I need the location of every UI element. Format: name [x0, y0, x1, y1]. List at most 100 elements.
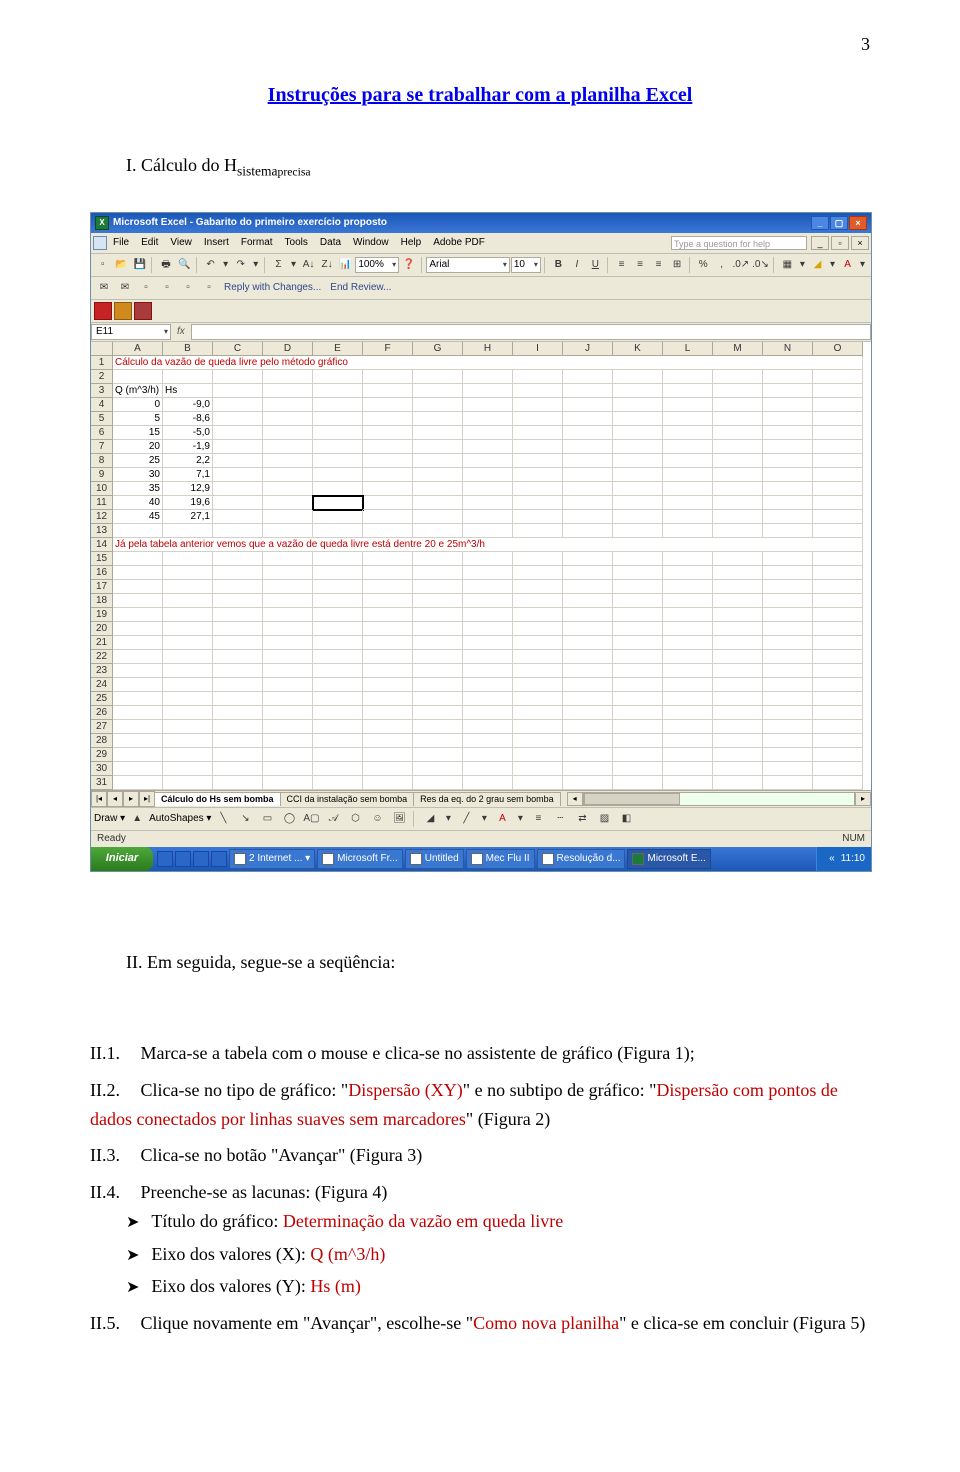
help-icon[interactable]: ❓	[400, 256, 417, 274]
ql-wmp-icon[interactable]	[211, 851, 227, 867]
open-icon[interactable]: 📂	[112, 256, 129, 274]
mdi-minimize[interactable]: _	[811, 236, 829, 250]
autoshapes-menu[interactable]: AutoShapes ▾	[149, 811, 211, 827]
rv-icon-3[interactable]: ▫	[136, 279, 156, 297]
tab-last[interactable]: ▸|	[139, 791, 155, 807]
menu-window[interactable]: Window	[353, 235, 389, 251]
redo-dropdown[interactable]: ▾	[250, 256, 261, 274]
textbox-icon[interactable]: A▢	[301, 810, 321, 828]
sort-asc-icon[interactable]: A↓	[300, 256, 317, 274]
fontsize-combo[interactable]: 10	[511, 257, 541, 273]
diagram-icon[interactable]: ⬡	[345, 810, 365, 828]
italic-icon[interactable]: I	[568, 256, 585, 274]
start-button[interactable]: Iniciar	[91, 847, 153, 871]
scroll-right-arrow[interactable]: ▸	[855, 792, 871, 806]
scroll-thumb[interactable]	[584, 793, 681, 805]
menu-file[interactable]: File	[113, 235, 129, 251]
rv-icon-5[interactable]: ▫	[178, 279, 198, 297]
pdf-icon-1[interactable]	[94, 302, 112, 320]
bold-icon[interactable]: B	[550, 256, 567, 274]
font-color-icon[interactable]: A	[839, 256, 856, 274]
maximize-button[interactable]: ▢	[830, 216, 848, 230]
tab-next[interactable]: ▸	[123, 791, 139, 807]
undo-icon[interactable]: ↶	[202, 256, 219, 274]
ql-oe-icon[interactable]	[175, 851, 191, 867]
autosum-icon[interactable]: Σ	[270, 256, 287, 274]
undo-dropdown[interactable]: ▾	[220, 256, 231, 274]
horizontal-scrollbar[interactable]: ◂ ▸	[567, 792, 871, 806]
arrow-icon[interactable]: ↘	[235, 810, 255, 828]
linestyle-icon[interactable]: ≡	[528, 810, 548, 828]
percent-icon[interactable]: %	[694, 256, 711, 274]
arrowstyle-icon[interactable]: ⇄	[572, 810, 592, 828]
end-review-link[interactable]: End Review...	[330, 280, 391, 296]
menu-format[interactable]: Format	[241, 235, 273, 251]
print-icon[interactable]: 🖶	[157, 256, 174, 274]
align-left-icon[interactable]: ≡	[613, 256, 630, 274]
new-icon[interactable]: ▫	[94, 256, 111, 274]
wordart-icon[interactable]: 𝒜	[323, 810, 343, 828]
preview-icon[interactable]: 🔍	[176, 256, 193, 274]
mdi-restore[interactable]: ▫	[831, 236, 849, 250]
line-icon[interactable]: ╲	[213, 810, 233, 828]
tab-prev[interactable]: ◂	[107, 791, 123, 807]
sheet-tab-1[interactable]: Cálculo do Hs sem bomba	[154, 792, 281, 806]
fillcolor-draw-icon[interactable]: ◢	[420, 810, 440, 828]
menu-help[interactable]: Help	[401, 235, 422, 251]
draw-menu[interactable]: Draw ▾	[94, 811, 125, 827]
oval-icon[interactable]: ◯	[279, 810, 299, 828]
help-search-box[interactable]: Type a question for help	[671, 236, 807, 250]
rect-icon[interactable]: ▭	[257, 810, 277, 828]
merge-icon[interactable]: ⊞	[668, 256, 685, 274]
zoom-combo[interactable]: 100%	[355, 257, 399, 273]
sheet-tab-2[interactable]: CCI da instalação sem bomba	[280, 792, 415, 806]
fontcolor-draw-icon[interactable]: A	[492, 810, 512, 828]
pdf-icon-2[interactable]	[114, 302, 132, 320]
menu-adobe-pdf[interactable]: Adobe PDF	[433, 235, 485, 251]
save-icon[interactable]: 💾	[131, 256, 148, 274]
shadow-icon[interactable]: ▨	[594, 810, 614, 828]
3d-icon[interactable]: ◧	[616, 810, 636, 828]
autosum-dropdown[interactable]: ▾	[288, 256, 299, 274]
scroll-left-arrow[interactable]: ◂	[567, 792, 583, 806]
select-arrow-icon[interactable]: ▲	[127, 810, 147, 828]
menu-edit[interactable]: Edit	[141, 235, 158, 251]
rv-icon-4[interactable]: ▫	[157, 279, 177, 297]
spreadsheet-grid[interactable]: ABCDEFGHIJKLMNO1Cálculo da vazão de qued…	[91, 342, 871, 790]
linecolor-icon[interactable]: ╱	[456, 810, 476, 828]
redo-icon[interactable]: ↷	[232, 256, 249, 274]
task-mecflu[interactable]: Mec Flu II	[466, 849, 535, 869]
fill-color-icon[interactable]: ◢	[809, 256, 826, 274]
underline-icon[interactable]: U	[587, 256, 604, 274]
menu-insert[interactable]: Insert	[204, 235, 229, 251]
rv-icon-6[interactable]: ▫	[199, 279, 219, 297]
task-frontpage[interactable]: Microsoft Fr...	[317, 849, 403, 869]
rv-icon[interactable]: ✉	[94, 279, 114, 297]
reply-changes-link[interactable]: Reply with Changes...	[224, 280, 321, 296]
task-resolucao[interactable]: Resolução d...	[537, 849, 626, 869]
task-excel[interactable]: Microsoft E...	[627, 849, 710, 869]
chart-wizard-icon[interactable]: 📊	[337, 256, 354, 274]
picture-icon[interactable]: 🖼	[389, 810, 409, 828]
minimize-button[interactable]: _	[811, 216, 829, 230]
border-icon[interactable]: ▦	[779, 256, 796, 274]
mdi-close[interactable]: ×	[851, 236, 869, 250]
sort-desc-icon[interactable]: Z↓	[318, 256, 335, 274]
menu-data[interactable]: Data	[320, 235, 341, 251]
formula-bar[interactable]	[191, 324, 871, 340]
clipart-icon[interactable]: ☺	[367, 810, 387, 828]
align-center-icon[interactable]: ≡	[631, 256, 648, 274]
increase-decimal-icon[interactable]: .0↗	[731, 256, 750, 274]
font-combo[interactable]: Arial	[426, 257, 509, 273]
task-untitled[interactable]: Untitled	[405, 849, 464, 869]
align-right-icon[interactable]: ≡	[650, 256, 667, 274]
decrease-decimal-icon[interactable]: .0↘	[751, 256, 770, 274]
menu-tools[interactable]: Tools	[285, 235, 308, 251]
dashstyle-icon[interactable]: ┄	[550, 810, 570, 828]
doc-title-link[interactable]: Instruções para se trabalhar com a plani…	[90, 79, 870, 111]
menu-view[interactable]: View	[170, 235, 192, 251]
name-box[interactable]: E11	[91, 324, 171, 340]
pdf-icon-3[interactable]	[134, 302, 152, 320]
comma-icon[interactable]: ,	[713, 256, 730, 274]
rv-icon-2[interactable]: ✉	[115, 279, 135, 297]
